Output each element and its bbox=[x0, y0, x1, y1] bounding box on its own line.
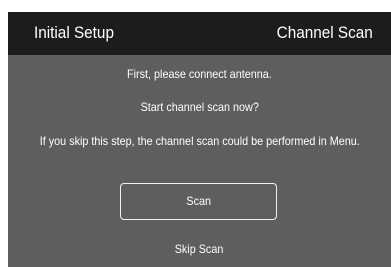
header-bar: Initial Setup Channel Scan bbox=[8, 12, 391, 55]
instruction-skip-note-text: If you skip this step, the channel scan … bbox=[39, 134, 360, 148]
setup-screen: Initial Setup Channel Scan First, please… bbox=[8, 12, 391, 267]
instruction-skip-note: If you skip this step, the channel scan … bbox=[8, 134, 391, 148]
instruction-start-scan-text: Start channel scan now? bbox=[140, 100, 259, 114]
instruction-connect-antenna-text: First, please connect antenna. bbox=[127, 67, 272, 81]
step-title: Channel Scan bbox=[276, 23, 373, 42]
scan-button-label: Scan bbox=[186, 194, 211, 208]
instruction-connect-antenna: First, please connect antenna. bbox=[8, 67, 391, 81]
scan-button[interactable]: Scan bbox=[120, 183, 277, 220]
setup-title: Initial Setup bbox=[34, 23, 114, 42]
instruction-start-scan: Start channel scan now? bbox=[8, 100, 391, 114]
skip-scan-label: Skip Scan bbox=[175, 242, 224, 256]
skip-scan-button[interactable]: Skip Scan bbox=[8, 242, 391, 256]
